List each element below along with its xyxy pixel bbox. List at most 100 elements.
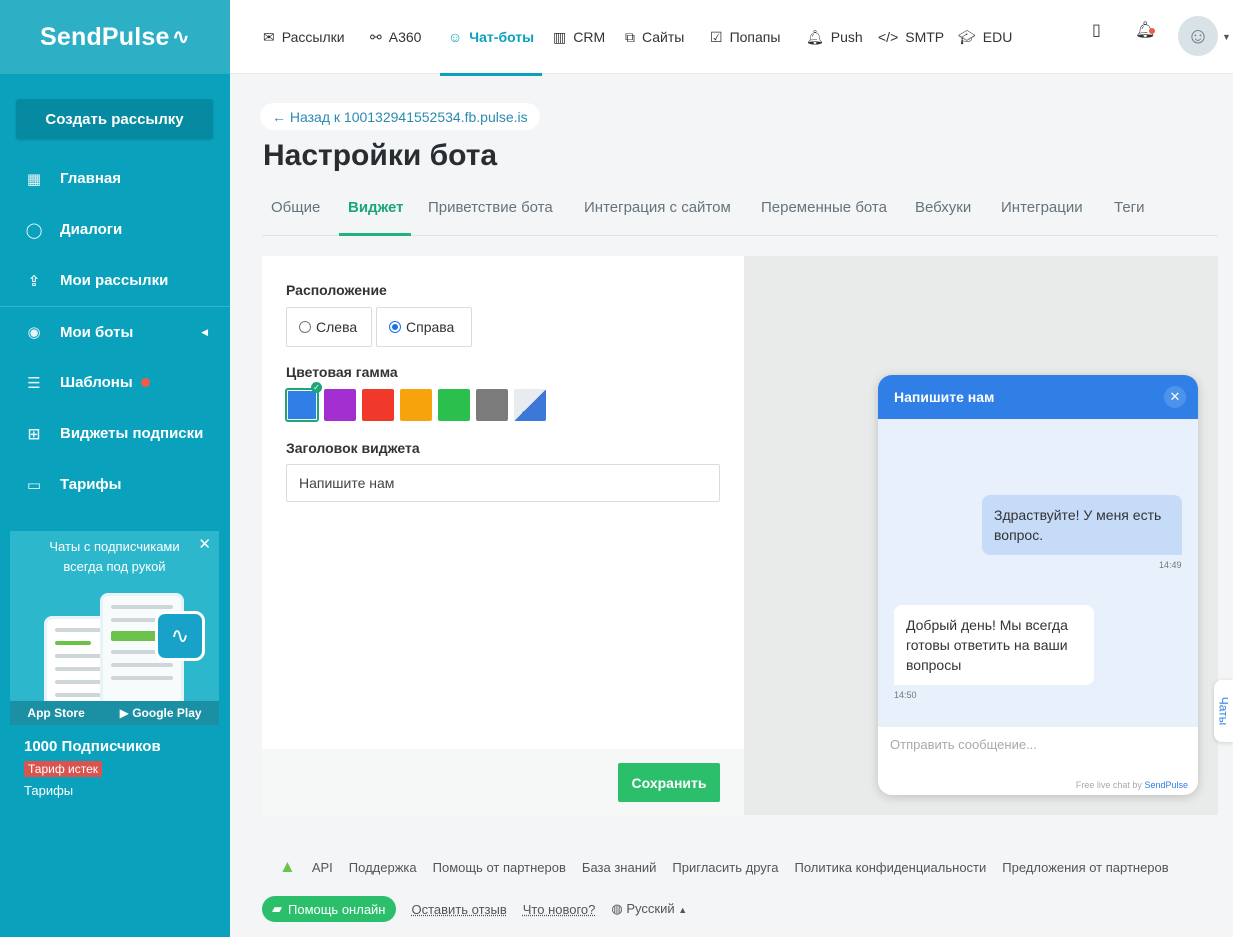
topnav-label: Попапы (729, 29, 781, 45)
position-label: Расположение (286, 282, 387, 298)
topnav-label: SMTP (905, 29, 945, 45)
topnav-label: Рассылки (281, 29, 345, 45)
sidebar-item-mailings[interactable]: ⇪ Мои рассылки (0, 255, 230, 306)
bot-icon: ◉ (27, 324, 41, 341)
footer-link-partner-offers[interactable]: Предложения от партнеров (1002, 860, 1168, 875)
mobile-app-promo[interactable]: Чаты с подписчиками всегда под рукой ✕ ∿ (10, 531, 219, 724)
sidebar-item-dialogs[interactable]: ◯ Диалоги (0, 204, 230, 255)
android-icon[interactable]: ▲ (279, 857, 296, 877)
sidebar-item-bots[interactable]: ◉ Мои боты ◀ (0, 306, 230, 357)
templates-icon: ☰ (27, 374, 41, 392)
topnav-label: Чат-боты (469, 28, 535, 45)
topnav-smtp[interactable]: </> SMTP (878, 0, 944, 74)
whats-new-link[interactable]: Что нового? (523, 902, 596, 917)
sidebar-item-templates[interactable]: ☰ Шаблоны (0, 357, 230, 408)
chat-widget: Напишите нам ✕ Здраствуйте! У меня есть … (878, 375, 1198, 795)
tab-general[interactable]: Общие (271, 188, 320, 236)
chats-tab-label: Чаты (1216, 696, 1231, 726)
app-store-link[interactable]: App Store (27, 706, 84, 720)
notification-dot (1149, 28, 1155, 34)
topnav-push[interactable]: 🔔︎ Push (806, 0, 863, 74)
language-selector[interactable]: ◍ Русский ▲ (611, 901, 687, 917)
topnav-popups[interactable]: ☑ Попапы (710, 0, 780, 74)
feedback-link[interactable]: Оставить отзыв (412, 902, 507, 917)
powered-by-brand[interactable]: SendPulse (1144, 780, 1188, 790)
footer-link-privacy[interactable]: Политика конфиденциальности (794, 860, 986, 875)
save-button[interactable]: Сохранить (618, 763, 720, 802)
footer-link-api[interactable]: API (312, 860, 333, 875)
tariffs-link[interactable]: Тарифы (24, 783, 161, 798)
tab-webhooks[interactable]: Вебхуки (915, 188, 971, 236)
logo[interactable]: SendPulse ∿ (0, 0, 230, 74)
google-play-link[interactable]: ▶ Google Play (120, 706, 202, 720)
chat-messages: Здраствуйте! У меня есть вопрос. 14:49 Д… (878, 419, 1198, 727)
color-swatch-blue[interactable]: ✓ (285, 382, 322, 422)
incoming-message: Добрый день! Мы всегда готовы ответить н… (894, 605, 1094, 685)
create-campaign-button[interactable]: Создать рассылку (16, 99, 213, 139)
online-help-button[interactable]: ▰ Помощь онлайн (262, 896, 396, 922)
message-input[interactable]: Отправить сообщение... (890, 737, 1037, 752)
avatar[interactable]: ☺ (1178, 16, 1218, 56)
sidebar-item-label: Мои рассылки (60, 272, 169, 289)
radio-circle (299, 321, 311, 333)
tab-tags[interactable]: Теги (1114, 188, 1145, 236)
sidebar-item-label: Шаблоны (60, 374, 133, 391)
crm-icon: ▥ (553, 28, 567, 45)
topnav-crm[interactable]: ▥ CRM (553, 0, 605, 74)
sidebar-item-tariffs[interactable]: ▭ Тарифы (0, 459, 230, 510)
sidebar-item-home[interactable]: ▦ Главная (0, 153, 230, 204)
position-left-radio[interactable]: Слева (286, 307, 372, 347)
topnav-label: EDU (982, 29, 1013, 45)
sites-icon: ⧉ (625, 28, 635, 45)
tab-widget[interactable]: Виджет (339, 188, 411, 236)
tab-integrations[interactable]: Интеграции (1001, 188, 1083, 236)
powered-by-prefix: Free live chat by (1075, 780, 1142, 790)
plan-info: 1000 Подписчиков Тариф истек Тарифы (24, 738, 161, 798)
automation-icon: ⚯ (370, 28, 382, 45)
chats-side-tab[interactable]: Чаты (1214, 680, 1233, 742)
widget-title-input[interactable] (286, 464, 720, 502)
color-swatch-red[interactable] (362, 389, 394, 421)
topnav-sites[interactable]: ⧉ Сайты (625, 0, 684, 74)
position-right-radio[interactable]: Справа (376, 307, 472, 347)
graduation-icon: 🎓︎ (958, 28, 976, 45)
color-swatch-green[interactable] (438, 389, 470, 421)
topnav-chatbots[interactable]: ☺ Чат-боты (440, 0, 543, 76)
sidebar-item-label: Диалоги (60, 221, 123, 238)
message-time: 14:50 (894, 690, 917, 700)
radio-circle-checked (389, 321, 401, 333)
caret-up-icon: ▲ (678, 905, 688, 915)
sidebar-item-widgets[interactable]: ⊞ Виджеты подписки (0, 408, 230, 459)
footer-link-partner-help[interactable]: Помощь от партнеров (433, 860, 566, 875)
footer-link-knowledge-base[interactable]: База знаний (582, 860, 657, 875)
chat-header: Напишите нам ✕ (878, 375, 1198, 419)
close-icon[interactable]: ✕ (1164, 386, 1186, 408)
tab-greeting[interactable]: Приветствие бота (428, 188, 553, 236)
message-time: 14:49 (1159, 560, 1182, 570)
topnav-edu[interactable]: 🎓︎ EDU (958, 0, 1012, 74)
mailing-icon: ⇪ (27, 272, 41, 290)
chevron-down-icon[interactable]: ▼ (1222, 32, 1231, 42)
notification-dot (140, 378, 150, 387)
topnav-a360[interactable]: ⚯ A360 (370, 0, 421, 74)
store-links: App Store ▶ Google Play (10, 701, 219, 725)
widget-title-label: Заголовок виджета (286, 440, 420, 456)
footer-links: ▲ API Поддержка Помощь от партнеров База… (263, 857, 1185, 877)
mobile-icon[interactable]: ▯ (1092, 20, 1101, 40)
close-icon[interactable]: ✕ (198, 535, 211, 553)
dashboard-icon: ▦ (26, 170, 42, 188)
back-link[interactable]: ← Назад к 100132941552534.fb.pulse.is (260, 103, 540, 130)
color-swatch-purple[interactable] (324, 389, 356, 421)
color-swatch-gray[interactable] (476, 389, 508, 421)
color-swatch-orange[interactable] (400, 389, 432, 421)
footer-link-support[interactable]: Поддержка (349, 860, 417, 875)
help-button-label: Помощь онлайн (288, 901, 386, 917)
sidebar: SendPulse ∿ Создать рассылку ▦ Главная ◯… (0, 0, 230, 937)
topnav-label: CRM (573, 29, 606, 45)
tab-variables[interactable]: Переменные бота (761, 188, 887, 236)
tab-site-integration[interactable]: Интеграция с сайтом (584, 188, 731, 236)
page-title: Настройки бота (263, 139, 498, 172)
color-swatch-custom[interactable] (514, 389, 546, 421)
footer-link-invite[interactable]: Пригласить друга (672, 860, 778, 875)
topnav-mailings[interactable]: ✉ Рассылки (263, 0, 345, 74)
